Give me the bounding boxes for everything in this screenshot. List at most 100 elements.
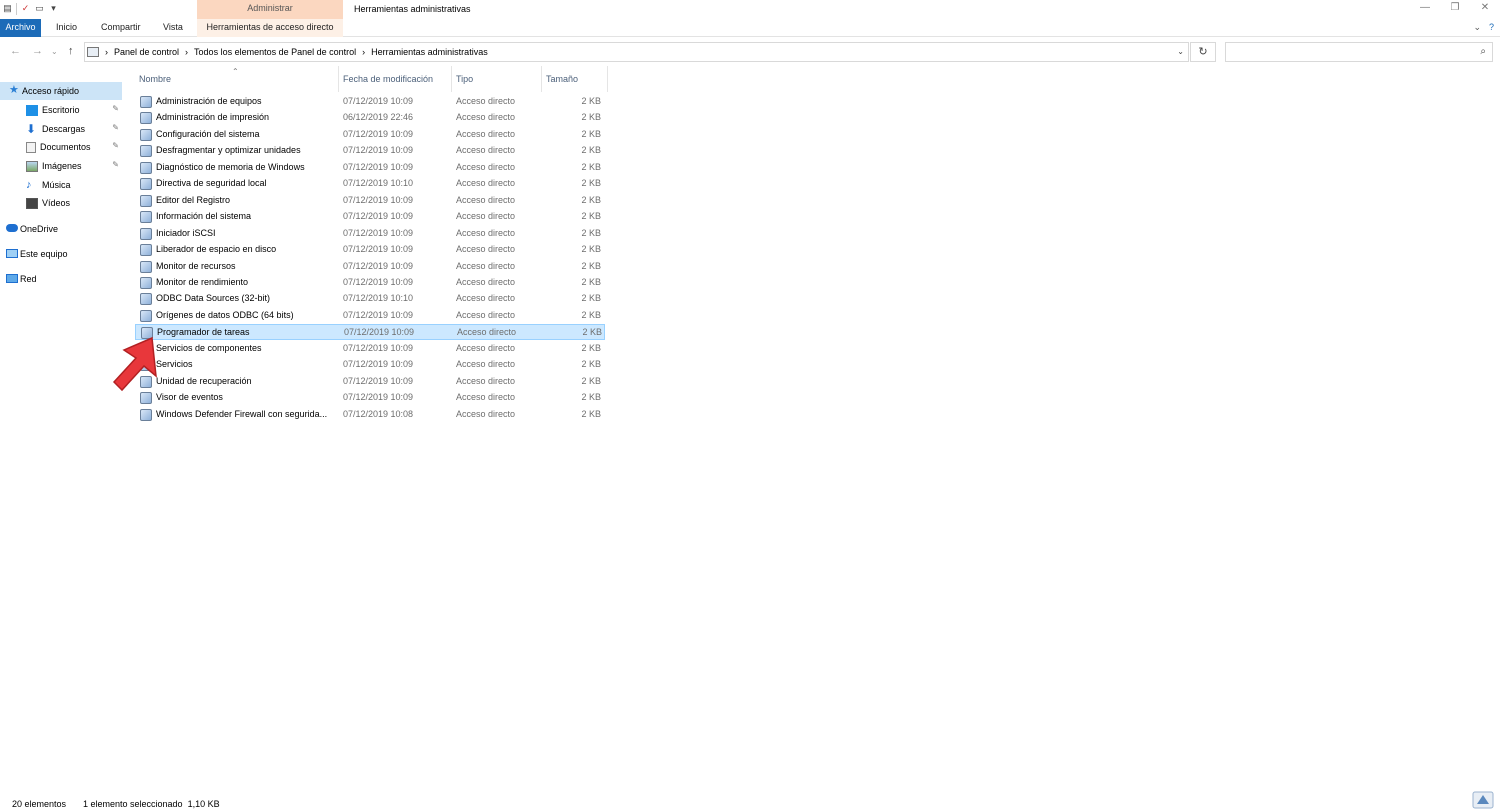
control-panel-icon xyxy=(87,47,99,57)
file-row[interactable]: Iniciador iSCSI 07/12/2019 10:09 Acceso di… xyxy=(135,226,605,242)
nav-item-onedrive[interactable]: OneDrive xyxy=(0,220,122,238)
file-row[interactable]: Unidad de recuperación 07/12/2019 10:09 Ac… xyxy=(135,374,605,390)
up-arrow-icon[interactable]: ↑ xyxy=(68,45,74,57)
red-pointer-arrow-icon xyxy=(112,336,157,392)
tab-compartir[interactable]: Compartir xyxy=(95,19,147,37)
file-row[interactable]: Windows Defender Firewall con segurida..… xyxy=(135,407,605,423)
chevron-down-icon[interactable]: ⌄ xyxy=(1473,22,1481,33)
file-row[interactable]: Visor de eventos 07/12/2019 10:09 Acceso d… xyxy=(135,390,605,406)
breadcrumb-herramientas[interactable]: Herramientas administrativas xyxy=(371,47,488,57)
nav-item-musica[interactable]: ♪ Música xyxy=(0,176,122,194)
file-type: Acceso directo xyxy=(456,128,516,139)
file-row[interactable]: Editor del Registro 07/12/2019 10:09 Acces… xyxy=(135,193,605,209)
file-date: 07/12/2019 10:08 xyxy=(343,408,414,419)
pin-icon[interactable]: ✎ xyxy=(112,141,119,150)
divider xyxy=(16,2,17,15)
file-type: Acceso directo xyxy=(456,194,516,205)
recent-locations-icon[interactable]: ⌄ xyxy=(51,47,58,56)
column-header-tipo[interactable]: Tipo xyxy=(452,66,542,92)
check-icon[interactable]: ✓ xyxy=(20,2,31,15)
file-date: 07/12/2019 10:09 xyxy=(343,375,414,386)
file-size: 2 KB xyxy=(582,327,602,338)
chevron-down-icon[interactable]: ⌄ xyxy=(1177,47,1184,56)
tab-herramientas-acceso-directo[interactable]: Herramientas de acceso directo xyxy=(197,19,343,37)
nav-item-imagenes[interactable]: Imágenes ✎ xyxy=(0,157,122,175)
refresh-button[interactable]: ↻ xyxy=(1190,42,1216,62)
restore-button[interactable]: ❐ xyxy=(1440,0,1470,18)
forward-arrow-icon[interactable]: → xyxy=(32,45,43,57)
breadcrumb-todos-elementos[interactable]: Todos los elementos de Panel de control xyxy=(194,47,356,57)
file-row[interactable]: Administración de impresión 06/12/2019 22… xyxy=(135,110,605,126)
column-header-fecha[interactable]: Fecha de modificación xyxy=(339,66,452,92)
minimize-button[interactable]: — xyxy=(1410,0,1440,18)
tab-inicio[interactable]: Inicio xyxy=(50,19,83,37)
close-button[interactable]: ✕ xyxy=(1470,0,1500,18)
file-row[interactable]: Monitor de recursos 07/12/2019 10:09 Acces… xyxy=(135,259,605,275)
file-date: 07/12/2019 10:09 xyxy=(343,145,414,156)
file-type: Acceso directo xyxy=(456,112,516,123)
properties-icon[interactable]: ▤ xyxy=(2,2,13,15)
pin-icon[interactable]: ✎ xyxy=(112,123,119,132)
file-size: 2 KB xyxy=(581,260,601,271)
file-date: 07/12/2019 10:10 xyxy=(343,293,414,304)
nav-item-escritorio[interactable]: Escritorio ✎ xyxy=(0,101,122,119)
pin-icon[interactable]: ✎ xyxy=(112,104,119,113)
back-arrow-icon[interactable]: ← xyxy=(10,45,21,57)
file-date: 06/12/2019 22:46 xyxy=(343,112,414,123)
breadcrumb-panel-control[interactable]: Panel de control xyxy=(114,47,179,57)
nav-item-descargas[interactable]: ⬇ Descargas ✎ xyxy=(0,120,122,138)
nav-item-este-equipo[interactable]: Este equipo xyxy=(0,245,122,263)
breadcrumb-separator-icon: › xyxy=(185,47,189,57)
file-row[interactable]: Administración de equipos 07/12/2019 10:0… xyxy=(135,94,605,110)
file-name: Administración de impresión xyxy=(156,112,270,123)
file-row[interactable]: Monitor de rendimiento 07/12/2019 10:09 Ac… xyxy=(135,275,605,291)
nav-item-red[interactable]: Red xyxy=(0,270,122,288)
shortcut-icon xyxy=(140,276,152,289)
file-size: 2 KB xyxy=(581,392,601,403)
file-type: Acceso directo xyxy=(456,309,516,320)
file-row[interactable]: Servicios 07/12/2019 10:09 Acceso directo 2… xyxy=(135,357,605,373)
file-type: Acceso directo xyxy=(456,342,516,353)
file-size: 2 KB xyxy=(581,211,601,222)
new-folder-icon[interactable]: ▭ xyxy=(34,2,45,15)
file-row[interactable]: Programador de tareas 07/12/2019 10:09 Acc… xyxy=(135,324,605,341)
nav-item-acceso-rapido[interactable]: ★ Acceso rápido xyxy=(0,82,122,100)
pin-icon[interactable]: ✎ xyxy=(112,160,119,169)
help-icon[interactable]: ? xyxy=(1489,22,1494,33)
file-size: 2 KB xyxy=(581,244,601,255)
file-row[interactable]: Servicios de componentes 07/12/2019 10:09… xyxy=(135,341,605,357)
image-icon xyxy=(26,160,38,172)
file-type: Acceso directo xyxy=(456,260,516,271)
address-bar[interactable]: › Panel de control › Todos los elementos… xyxy=(84,42,1189,62)
file-row[interactable]: Diagnóstico de memoria de Windows 07/12/2… xyxy=(135,160,605,176)
tab-archivo[interactable]: Archivo xyxy=(0,19,41,37)
customize-toolbar-icon[interactable]: ▾ xyxy=(48,2,59,15)
file-row[interactable]: Información del sistema 07/12/2019 10:09 A… xyxy=(135,209,605,225)
desktop-icon xyxy=(26,104,38,116)
tab-vista[interactable]: Vista xyxy=(157,19,189,37)
file-date: 07/12/2019 10:09 xyxy=(343,161,414,172)
document-icon xyxy=(26,141,36,153)
search-input[interactable]: ⌕ xyxy=(1225,42,1493,62)
nav-item-videos[interactable]: Vídeos xyxy=(0,194,122,212)
file-row[interactable]: Directiva de seguridad local 07/12/2019 1… xyxy=(135,176,605,192)
nav-item-documentos[interactable]: Documentos ✎ xyxy=(0,138,122,156)
context-group-label: Administrar xyxy=(197,0,343,19)
shortcut-icon xyxy=(140,309,152,322)
file-size: 2 KB xyxy=(581,342,601,353)
file-size: 2 KB xyxy=(581,194,601,205)
file-row[interactable]: Configuración del sistema 07/12/2019 10:0… xyxy=(135,127,605,143)
refresh-icon: ↻ xyxy=(1198,46,1208,58)
file-row[interactable]: ODBC Data Sources (32-bit) 07/12/2019 10:… xyxy=(135,291,605,307)
file-name: Visor de eventos xyxy=(156,392,223,403)
file-row[interactable]: Liberador de espacio en disco 07/12/2019 … xyxy=(135,242,605,258)
file-type: Acceso directo xyxy=(456,178,516,189)
file-row[interactable]: Orígenes de datos ODBC (64 bits) 07/12/20… xyxy=(135,308,605,324)
shortcut-icon xyxy=(140,161,152,174)
file-type: Acceso directo xyxy=(456,227,516,238)
computer-icon xyxy=(6,249,18,258)
file-name: Administración de equipos xyxy=(156,96,262,106)
column-header-tamano[interactable]: Tamaño xyxy=(542,66,608,92)
shortcut-icon xyxy=(140,194,152,207)
file-row[interactable]: Desfragmentar y optimizar unidades 07/12/… xyxy=(135,143,605,159)
